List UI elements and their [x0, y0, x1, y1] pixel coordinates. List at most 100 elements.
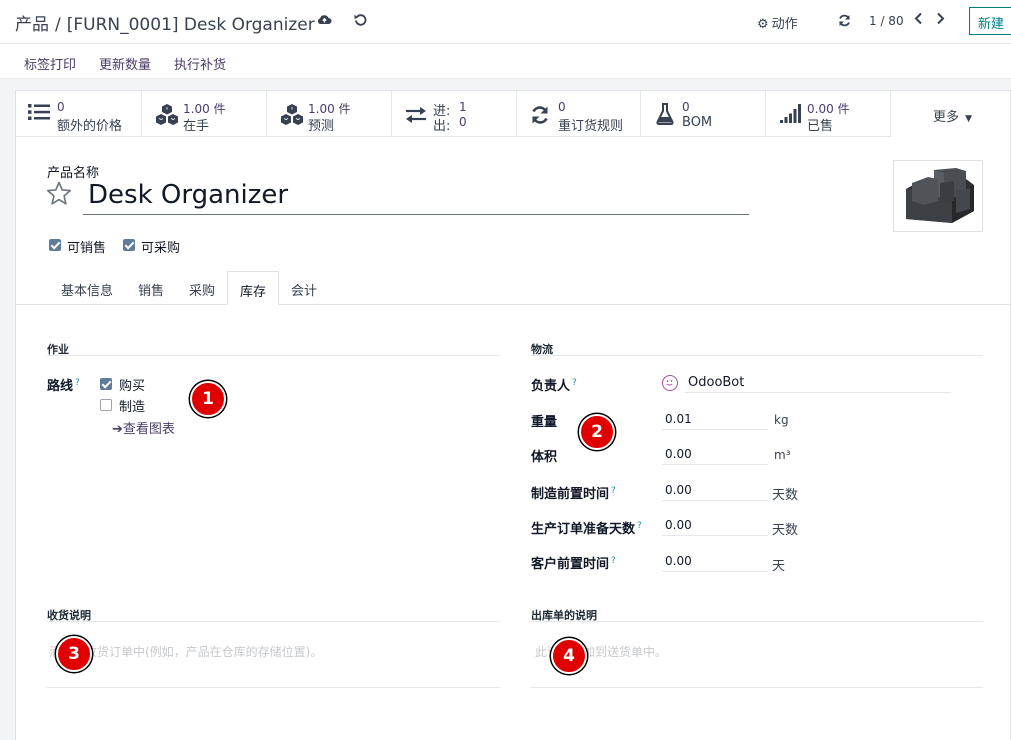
annotation-badge-2: 2 — [579, 414, 615, 450]
action-menu-button[interactable]: ⚙ 动作 — [757, 13, 798, 32]
new-button[interactable]: 新建 — [969, 7, 1011, 35]
control-panel: 产品 / [FURN_0001] Desk Organizer ⚙ 动作 1 / 80… — [0, 0, 1011, 44]
cubes-icon — [279, 103, 305, 129]
weight-field-label: 重量 — [531, 415, 558, 430]
undo-icon[interactable] — [354, 13, 367, 26]
smart-button-label: 预测 — [308, 119, 335, 134]
chevron-right-icon[interactable] — [936, 12, 945, 29]
days-to-prepare-label-text: 生产订单准备天数 — [531, 522, 636, 537]
refresh-icon[interactable] — [838, 14, 851, 27]
group-divider — [47, 621, 500, 622]
smart-button-label: BOM — [682, 115, 713, 130]
more-button[interactable]: 更多 ▼ — [933, 106, 972, 125]
star-icon[interactable] — [46, 181, 72, 210]
caret-down-icon: ▼ — [965, 114, 973, 124]
days-to-prepare-field-label: 生产订单准备天数? — [531, 518, 642, 537]
help-icon[interactable]: ? — [572, 378, 577, 388]
mfg-lead-unit: 天数 — [772, 488, 799, 503]
smart-button-value: 0 — [57, 100, 65, 114]
more-label: 更多 — [933, 110, 960, 125]
customer-lead-field-label: 客户前置时间? — [531, 553, 616, 572]
route-buy-label: 购买 — [119, 379, 146, 394]
pager-value[interactable]: 1 / 80 — [869, 14, 904, 28]
signal-icon — [780, 104, 802, 128]
tab-accounting[interactable]: 会计 — [291, 280, 317, 299]
tab-general-info[interactable]: 基本信息 — [61, 280, 113, 299]
smart-button-label: 已售 — [807, 119, 834, 134]
exchange-icon — [404, 106, 428, 128]
can-be-purchased-checkbox[interactable] — [123, 239, 135, 251]
help-icon[interactable]: ? — [611, 556, 616, 566]
responsible-input[interactable]: OdooBot — [685, 371, 951, 393]
smart-button-on-hand[interactable]: 1.00 件 在手 — [142, 91, 267, 137]
mfg-lead-input[interactable]: 0.00 — [662, 479, 768, 501]
incoming-value: 1 — [459, 100, 467, 114]
arrow-right-icon: ➔ — [112, 422, 123, 437]
refresh-icon — [530, 105, 550, 129]
weight-input[interactable]: 0.01 — [662, 408, 768, 430]
smart-button-reordering-rules[interactable]: 0 重订货规则 — [517, 91, 641, 137]
responsible-field-label: 负责人? — [531, 375, 577, 394]
help-icon[interactable]: ? — [637, 521, 642, 531]
tab-sales[interactable]: 销售 — [138, 280, 164, 299]
delivery-notes-textarea[interactable]: 此说明添加到送货单中。 — [531, 631, 983, 688]
customer-lead-label-text: 客户前置时间 — [531, 557, 610, 572]
smart-button-value: 0 — [682, 100, 690, 114]
annotation-badge-1: 1 — [190, 381, 226, 417]
customer-lead-input[interactable]: 0.00 — [662, 550, 768, 572]
form-sheet: 0 额外的价格 1.00 件 在手 1.00 件 预测 进: 1 出: 0 0 … — [15, 90, 1011, 740]
volume-unit: m³ — [774, 448, 791, 462]
outgoing-value: 0 — [459, 115, 467, 129]
gear-icon: ⚙ — [757, 17, 769, 32]
breadcrumb: 产品 / [FURN_0001] Desk Organizer — [15, 10, 315, 35]
smart-button-extra-prices[interactable]: 0 额外的价格 — [16, 91, 142, 137]
volume-input[interactable]: 0.00 — [662, 443, 768, 465]
odoobot-avatar-icon — [662, 375, 678, 391]
tab-purchase[interactable]: 采购 — [189, 280, 215, 299]
days-to-prepare-input[interactable]: 0.00 — [662, 514, 768, 536]
smart-button-forecasted[interactable]: 1.00 件 预测 — [267, 91, 392, 137]
route-manufacture-checkbox[interactable] — [100, 399, 112, 411]
smart-button-value: 0 — [558, 100, 566, 114]
breadcrumb-root-link[interactable]: 产品 — [15, 15, 49, 35]
route-manufacture-label: 制造 — [119, 400, 146, 415]
smart-button-in-out[interactable]: 进: 1 出: 0 — [392, 91, 517, 137]
smart-button-label: 在手 — [183, 119, 210, 134]
mfg-lead-label-text: 制造前置时间 — [531, 487, 610, 502]
product-name-input[interactable]: Desk Organizer — [83, 180, 749, 215]
action-menu-label: 动作 — [771, 17, 798, 32]
group-divider — [531, 621, 983, 622]
flask-icon — [656, 103, 674, 129]
route-buy-checkbox[interactable] — [100, 378, 112, 390]
tab-inventory[interactable]: 库存 — [227, 271, 280, 305]
annotation-badge-3: 3 — [56, 636, 92, 672]
annotation-badge-4: 4 — [551, 638, 587, 674]
chevron-left-icon[interactable] — [914, 12, 923, 29]
update-quantity-button[interactable]: 更新数量 — [99, 54, 151, 73]
print-labels-button[interactable]: 标签打印 — [24, 54, 76, 73]
can-be-sold-checkbox[interactable] — [49, 239, 61, 251]
smart-button-bom[interactable]: 0 BOM — [641, 91, 766, 137]
cloud-upload-icon[interactable] — [317, 12, 332, 26]
product-name-label: 产品名称 — [47, 166, 100, 181]
breadcrumb-separator: / — [55, 15, 61, 35]
customer-lead-unit: 天 — [772, 559, 786, 574]
action-bar: 标签打印 更新数量 执行补货 — [0, 44, 1011, 79]
smart-button-label: 重订货规则 — [558, 119, 624, 134]
view-diagram-link[interactable]: ➔查看图表 — [112, 418, 175, 437]
help-icon[interactable]: ? — [75, 378, 80, 388]
routes-label-text: 路线 — [47, 379, 74, 394]
days-to-prepare-unit: 天数 — [772, 523, 799, 538]
help-icon[interactable]: ? — [611, 486, 616, 496]
breadcrumb-current: [FURN_0001] Desk Organizer — [66, 15, 315, 35]
responsible-label-text: 负责人 — [531, 379, 571, 394]
smart-button-label: 额外的价格 — [57, 119, 123, 134]
can-be-sold-label: 可销售 — [67, 241, 107, 256]
outgoing-label: 出: — [433, 119, 451, 134]
cubes-icon — [154, 103, 180, 129]
mfg-lead-field-label: 制造前置时间? — [531, 483, 616, 502]
product-image[interactable] — [893, 160, 983, 232]
replenish-button[interactable]: 执行补货 — [174, 54, 226, 73]
receipt-notes-textarea[interactable]: 添加到收货订单中(例如，产品在仓库的存储位置)。 — [47, 631, 500, 688]
smart-button-sold[interactable]: 0.00 件 已售 — [766, 91, 891, 137]
